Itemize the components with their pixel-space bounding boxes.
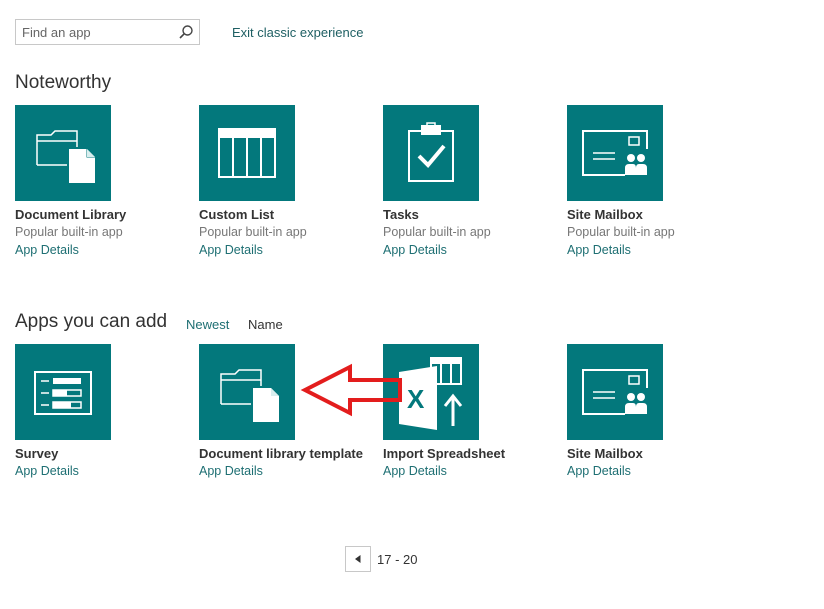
site-mailbox-icon xyxy=(582,130,648,176)
apps-you-can-add-heading: Apps you can add xyxy=(15,311,168,332)
app-tile-icon[interactable] xyxy=(15,344,111,440)
app-tile-site-mailbox: Site Mailbox Popular built-in app App De… xyxy=(567,105,737,257)
app-details-link[interactable]: App Details xyxy=(15,243,185,257)
app-tile-icon[interactable] xyxy=(15,105,111,201)
app-description: Popular built-in app xyxy=(15,225,123,239)
document-library-icon xyxy=(36,130,95,183)
app-tile-survey: Survey App Details xyxy=(15,344,185,478)
app-name: Site Mailbox xyxy=(567,207,643,222)
survey-icon xyxy=(34,371,92,415)
app-details-link[interactable]: App Details xyxy=(567,243,737,257)
app-name: Custom List xyxy=(199,207,275,222)
app-name: Document Library xyxy=(15,207,127,222)
app-tile-icon[interactable] xyxy=(567,344,663,440)
site-mailbox-icon xyxy=(582,369,648,415)
red-arrow-annotation xyxy=(300,363,402,417)
app-details-link[interactable]: App Details xyxy=(383,464,553,478)
app-tile-icon[interactable] xyxy=(567,105,663,201)
app-name: Survey xyxy=(15,446,59,461)
app-tile-document-library: Document Library Popular built-in app Ap… xyxy=(15,105,185,257)
app-tile-custom-list: Custom List Popular built-in app App Det… xyxy=(199,105,369,257)
chevron-left-icon xyxy=(355,555,361,563)
sort-newest-link[interactable]: Newest xyxy=(186,317,229,332)
document-library-icon xyxy=(220,369,279,422)
app-tile-icon[interactable] xyxy=(383,105,479,201)
search-input[interactable] xyxy=(16,20,176,44)
custom-list-icon xyxy=(218,128,276,178)
exit-classic-experience-link[interactable]: Exit classic experience xyxy=(232,25,364,40)
app-details-link[interactable]: App Details xyxy=(199,464,369,478)
tasks-icon xyxy=(408,122,454,182)
app-tile-tasks: Tasks Popular built-in app App Details xyxy=(383,105,553,257)
app-name: Import Spreadsheet xyxy=(383,446,506,461)
app-description: Popular built-in app xyxy=(567,225,675,239)
search-box[interactable] xyxy=(15,19,200,45)
app-details-link[interactable]: App Details xyxy=(383,243,553,257)
page-range: 17 - 20 xyxy=(377,552,418,567)
app-description: Popular built-in app xyxy=(199,225,307,239)
app-name: Site Mailbox xyxy=(567,446,643,461)
noteworthy-heading: Noteworthy xyxy=(15,72,112,93)
app-description: Popular built-in app xyxy=(383,225,491,239)
app-name: Tasks xyxy=(383,207,419,222)
app-details-link[interactable]: App Details xyxy=(199,243,369,257)
search-icon[interactable] xyxy=(178,24,194,40)
app-details-link[interactable]: App Details xyxy=(567,464,737,478)
app-details-link[interactable]: App Details xyxy=(15,464,185,478)
previous-page-button[interactable] xyxy=(345,546,371,572)
app-name: Document library template xyxy=(199,446,363,461)
app-tile-icon[interactable] xyxy=(199,344,295,440)
sort-name-link[interactable]: Name xyxy=(248,317,283,332)
app-tile-icon[interactable] xyxy=(199,105,295,201)
app-tile-site-mailbox-2: Site Mailbox App Details xyxy=(567,344,737,478)
